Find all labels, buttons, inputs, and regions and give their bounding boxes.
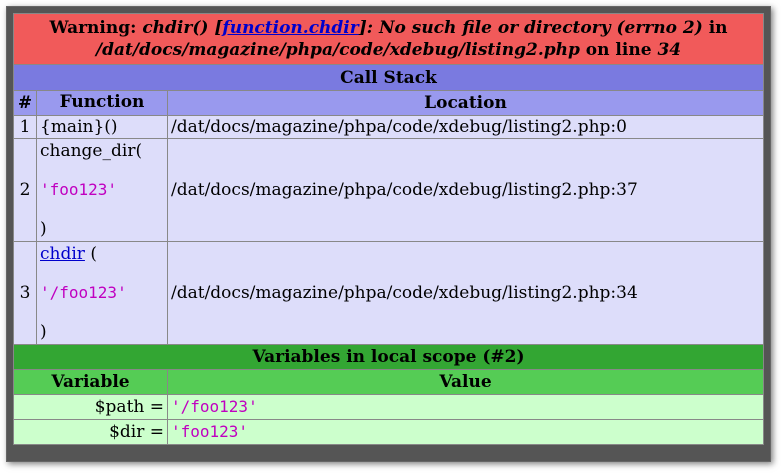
stack-function: {main}() [37,116,167,138]
var-row: $path = '/foo123' [14,395,763,419]
warning-line-number: 34 [657,40,682,60]
warning-in: in [708,18,728,38]
col-header-function: Function [37,91,167,115]
col-header-location: Location [168,91,763,115]
warning-message: ]: No such file or directory (errno 2) [358,18,703,38]
col-header-variable: Variable [14,370,167,394]
call-stack-title: Call Stack [14,65,763,90]
warning-on-line: on line [585,40,652,60]
xdebug-error-table: Warning: chdir() [function.chdir]: No su… [13,13,764,445]
xdebug-error-frame: Warning: chdir() [function.chdir]: No su… [6,6,771,462]
stack-num: 1 [14,116,36,138]
stack-num: 3 [14,242,36,344]
stack-location: /dat/docs/magazine/phpa/code/xdebug/list… [168,242,763,344]
warning-path: /dat/docs/magazine/phpa/code/xdebug/list… [95,40,580,60]
function-close: ) [40,322,47,342]
stack-location: /dat/docs/magazine/phpa/code/xdebug/list… [168,139,763,241]
col-header-value: Value [168,370,763,394]
warning-label: Warning: [49,18,137,38]
stack-row: 2 change_dir( 'foo123' ) /dat/docs/magaz… [14,139,763,241]
col-header-num: # [14,91,36,115]
stack-function: change_dir( 'foo123' ) [37,139,167,241]
vars-title: Variables in local scope (#2) [14,345,763,369]
var-name: $path = [14,395,167,419]
stack-location: /dat/docs/magazine/phpa/code/xdebug/list… [168,116,763,138]
var-value: '/foo123' [171,397,258,416]
stack-row: 1 {main}() /dat/docs/magazine/phpa/code/… [14,116,763,138]
var-value: 'foo123' [171,422,249,441]
warning-header: Warning: chdir() [function.chdir]: No su… [14,14,763,64]
stack-num: 2 [14,139,36,241]
function-name: change_dir( [40,141,143,161]
warning-func: chdir() [ [142,18,223,38]
function-arg: 'foo123' [40,180,118,199]
function-close: ) [40,219,47,239]
function-arg: '/foo123' [40,283,127,302]
function-chdir-link[interactable]: function.chdir [222,18,358,38]
function-open: ( [84,244,97,264]
stack-row: 3 chdir ( '/foo123' ) /dat/docs/magazine… [14,242,763,344]
var-row: $dir = 'foo123' [14,420,763,444]
var-name: $dir = [14,420,167,444]
chdir-link[interactable]: chdir [40,244,85,264]
stack-function: chdir ( '/foo123' ) [37,242,167,344]
